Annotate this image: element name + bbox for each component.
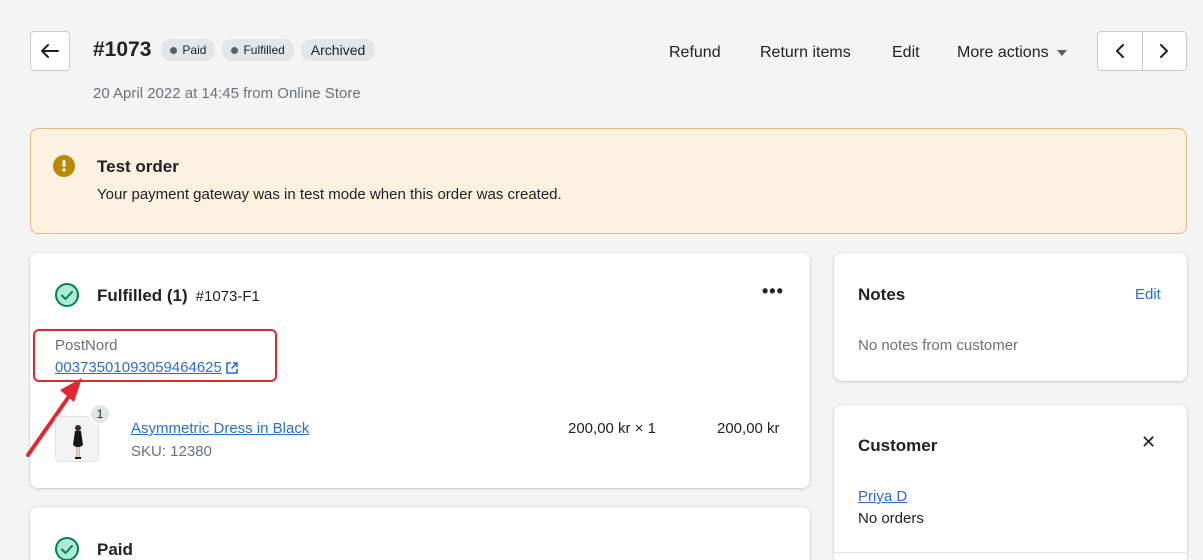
back-button[interactable] <box>30 31 70 71</box>
order-date-source: 20 April 2022 at 14:45 from Online Store <box>93 85 361 102</box>
return-items-button[interactable]: Return items <box>760 44 851 62</box>
fulfilled-badge-label: Fulfilled <box>243 43 285 57</box>
price-times-quantity: 200,00 kr × 1 <box>568 420 656 437</box>
check-circle-icon <box>55 537 79 560</box>
fulfilled-title: Fulfilled (1) <box>97 286 188 305</box>
paid-status-badge: Paid <box>161 39 216 61</box>
product-sku: SKU: 12380 <box>131 443 212 460</box>
order-number: #1073 <box>93 38 152 61</box>
next-order-button[interactable] <box>1141 32 1187 70</box>
paid-title: Paid <box>97 540 133 559</box>
product-thumbnail <box>55 416 99 462</box>
fulfilled-header: Fulfilled (1) #1073-F1 <box>97 286 260 306</box>
customer-title: Customer <box>858 436 938 455</box>
chevron-left-icon <box>1115 44 1124 58</box>
banner-title: Test order <box>97 157 179 176</box>
product-name-link[interactable]: Asymmetric Dress in Black <box>131 420 309 437</box>
tracking-number-link[interactable]: 00373501093059464625 <box>55 359 238 376</box>
title-row: #1073 Paid Fulfilled Archived <box>93 38 376 62</box>
customer-orders: No orders <box>858 510 924 527</box>
more-actions-button[interactable]: More actions <box>957 44 1067 62</box>
tracking-number: 00373501093059464625 <box>55 359 222 376</box>
customer-name-link[interactable]: Priya D <box>858 488 907 505</box>
paid-badge-label: Paid <box>182 43 207 57</box>
archived-status-badge: Archived <box>300 39 376 61</box>
warning-icon <box>53 155 75 177</box>
notes-text: No notes from customer <box>858 337 1019 354</box>
notes-card <box>834 253 1187 381</box>
chevron-right-icon <box>1160 44 1169 58</box>
test-order-banner: Test order Your payment gateway was in t… <box>30 128 1187 234</box>
notes-edit-button[interactable]: Edit <box>1135 286 1161 303</box>
paid-card <box>30 507 810 560</box>
refund-button[interactable]: Refund <box>669 44 721 62</box>
caret-down-icon <box>1056 50 1067 56</box>
check-circle-icon <box>55 283 79 307</box>
back-arrow-icon <box>41 44 59 58</box>
more-horizontal-icon[interactable]: ••• <box>762 281 784 302</box>
more-actions-label: More actions <box>957 44 1049 61</box>
close-icon[interactable]: ✕ <box>1141 432 1156 453</box>
status-dot-icon <box>170 46 178 54</box>
order-pagination <box>1097 31 1187 71</box>
edit-order-button[interactable]: Edit <box>892 44 920 62</box>
line-total: 200,00 kr <box>717 420 780 437</box>
previous-order-button[interactable] <box>1098 32 1142 70</box>
status-dot-icon <box>231 46 239 54</box>
customer-card <box>834 405 1187 560</box>
fulfillment-id: #1073-F1 <box>195 288 260 305</box>
fulfilled-status-badge: Fulfilled <box>222 39 294 61</box>
carrier-name: PostNord <box>55 337 118 354</box>
quantity-badge: 1 <box>89 403 111 425</box>
divider <box>834 552 1187 553</box>
banner-text: Your payment gateway was in test mode wh… <box>97 186 562 203</box>
external-link-icon <box>226 361 238 374</box>
notes-title: Notes <box>858 285 906 304</box>
